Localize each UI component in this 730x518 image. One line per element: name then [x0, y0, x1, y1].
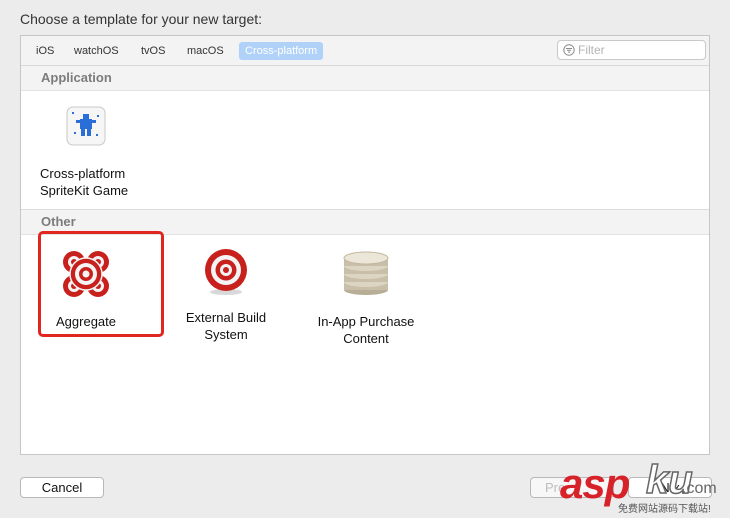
template-label-line2: SpriteKit Game — [40, 183, 129, 198]
template-in-app-purchase-content[interactable]: In-App Purchase Content — [301, 248, 431, 347]
tab-watchos[interactable]: watchOS — [68, 42, 125, 60]
template-label-line2: Content — [343, 331, 389, 346]
selection-highlight — [38, 231, 164, 337]
dialog-title: Choose a template for your new target: — [20, 11, 263, 27]
watermark-tagline: 免费网站源码下载站! — [618, 504, 711, 515]
cancel-button[interactable]: Cancel — [20, 477, 104, 498]
section-header-application: Application — [21, 66, 709, 91]
watermark-suffix: .com — [682, 480, 717, 497]
spritekit-game-icon — [66, 106, 106, 146]
watermark: asp ku .com 免费网站源码下载站! — [560, 457, 730, 518]
tab-macos[interactable]: macOS — [181, 42, 230, 60]
filter-field[interactable] — [557, 40, 706, 60]
tab-cross-platform[interactable]: Cross-platform — [239, 42, 324, 60]
platform-tab-bar: iOS watchOS tvOS macOS Cross-platform — [21, 36, 709, 66]
coin-stack-icon — [343, 251, 389, 295]
tab-tvos[interactable]: tvOS — [135, 42, 171, 60]
template-label-line1: Cross-platform — [40, 166, 126, 181]
template-external-build-system[interactable]: External Build System — [161, 248, 291, 343]
template-panel: iOS watchOS tvOS macOS Cross-platform Ap… — [20, 35, 710, 455]
tab-ios[interactable]: iOS — [30, 42, 60, 60]
target-icon — [205, 249, 247, 295]
template-label-line1: In-App Purchase — [317, 314, 415, 329]
filter-input[interactable] — [578, 42, 698, 58]
template-cross-platform-spritekit-game[interactable]: Cross-platform SpriteKit Game — [21, 106, 151, 199]
template-label-line2: System — [204, 327, 248, 342]
template-label-line1: External Build — [185, 310, 267, 325]
filter-icon — [563, 44, 575, 56]
